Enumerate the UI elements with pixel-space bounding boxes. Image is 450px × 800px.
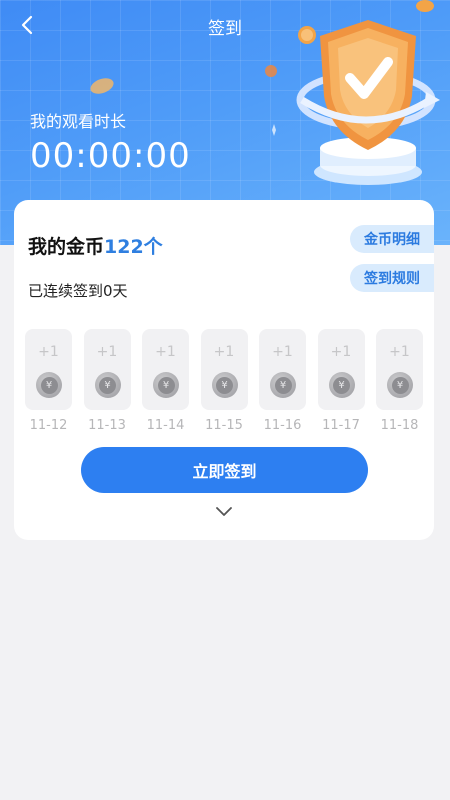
day-date: 11-13	[88, 418, 126, 433]
day-reward: +1	[213, 344, 235, 360]
day-box: +1 ¥	[83, 329, 131, 410]
day-date: 11-18	[380, 418, 419, 433]
coin-icon: ¥	[211, 372, 238, 398]
coin-symbol: ¥	[274, 376, 292, 394]
coin-detail-button[interactable]: 金币明细	[350, 225, 434, 253]
chevron-down-icon	[216, 507, 232, 516]
floating-coin-icon	[265, 65, 277, 77]
signin-streak: 已连续签到0天	[28, 282, 128, 300]
signin-day: +1 ¥11-16	[259, 329, 307, 433]
shield-check-icon	[296, 20, 440, 185]
my-coins-title: 我的金币122个	[28, 232, 163, 259]
coin-symbol: ¥	[391, 376, 409, 394]
day-reward: +1	[389, 344, 410, 360]
day-date: 11-15	[205, 418, 243, 433]
signin-day: +1 ¥11-17	[317, 329, 366, 433]
day-reward: +1	[96, 344, 118, 360]
signin-day: +1 ¥11-13	[83, 329, 132, 433]
coin-icon: ¥	[153, 372, 179, 398]
day-box: +1 ¥	[317, 329, 365, 410]
day-box: +1 ¥	[25, 329, 72, 410]
expand-button[interactable]	[214, 504, 234, 520]
signin-day: +1 ¥11-12	[25, 329, 73, 433]
coin-symbol: ¥	[99, 376, 116, 394]
day-reward: +1	[330, 344, 352, 360]
coin-icon: ¥	[387, 372, 413, 398]
day-box: +1 ¥	[376, 329, 423, 410]
day-date: 11-17	[322, 418, 360, 433]
coin-icon: ¥	[328, 372, 355, 398]
day-box: +1 ¥	[142, 329, 189, 410]
sparkle-icon	[272, 124, 276, 136]
day-date: 11-16	[263, 418, 302, 433]
my-coins-label: 我的金币	[28, 236, 105, 258]
coin-card: 我的金币122个 已连续签到0天 金币明细 签到规则 +1 ¥11-12 +1 ¥11…	[14, 200, 434, 540]
signin-day: +1 ¥11-18	[376, 329, 424, 433]
coin-symbol: ¥	[216, 376, 233, 394]
signin-button[interactable]: 立即签到	[81, 447, 368, 493]
watch-time-value: 00:00:00	[30, 136, 191, 176]
day-date: 11-12	[29, 418, 68, 433]
signin-day: +1 ¥11-15	[200, 329, 249, 433]
coin-symbol: ¥	[157, 376, 175, 394]
day-box: +1 ¥	[259, 329, 306, 410]
signin-day: +1 ¥11-14	[142, 329, 190, 433]
day-reward: +1	[38, 344, 59, 360]
day-date: 11-14	[146, 418, 185, 433]
day-reward: +1	[272, 344, 293, 360]
coin-count: 122个	[104, 236, 163, 258]
signin-rules-button[interactable]: 签到规则	[350, 264, 434, 292]
coin-icon: ¥	[270, 372, 296, 398]
coin-icon: ¥	[94, 372, 121, 398]
coin-symbol: ¥	[40, 376, 58, 394]
coin-icon: ¥	[36, 372, 62, 398]
coin-symbol: ¥	[333, 376, 350, 394]
watch-time-label: 我的观看时长	[30, 112, 127, 131]
day-box: +1 ¥	[200, 329, 248, 410]
day-reward: +1	[155, 344, 176, 360]
floating-coin-icon	[90, 78, 114, 94]
signin-days: +1 ¥11-12 +1 ¥11-13 +1 ¥11-14 +1 ¥11-15 +1 ¥11-16…	[25, 329, 425, 439]
